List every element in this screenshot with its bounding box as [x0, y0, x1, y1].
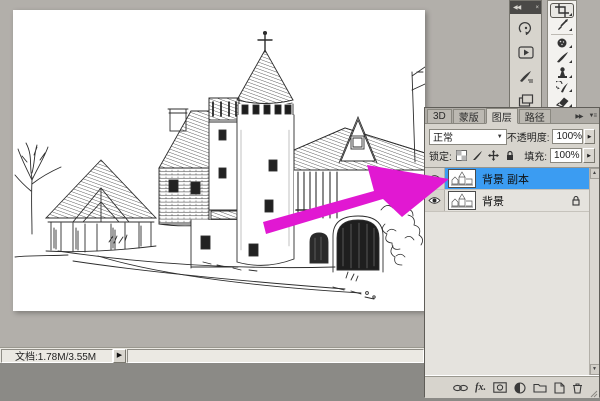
eye-icon — [428, 174, 441, 183]
opacity-slider-button[interactable]: ▶ — [584, 129, 595, 144]
tool-separator — [551, 34, 573, 35]
dock-close-button[interactable]: × — [535, 5, 538, 11]
eye-icon — [428, 196, 441, 205]
lock-position-icon[interactable] — [487, 149, 501, 163]
panel-options: 正常 ▼ 不透明度: 100% ▶ 锁定: — [425, 124, 599, 167]
castle-sketch-drawing — [13, 10, 425, 311]
lock-transparency-icon[interactable] — [455, 149, 469, 163]
clone-stamp-tool-button[interactable] — [550, 65, 574, 80]
layer-thumbnail[interactable] — [448, 191, 476, 210]
scroll-up-button[interactable]: ▲ — [590, 168, 600, 179]
tool-presets-panel-icon[interactable] — [515, 67, 537, 85]
panel-resize-grip[interactable] — [590, 389, 598, 397]
panel-collapse-button[interactable]: ▶▶ — [572, 109, 585, 123]
layer-style-icon[interactable]: fx. — [475, 382, 486, 393]
status-bar-expand-button[interactable]: ▶ — [113, 349, 126, 363]
blend-mode-value: 正常 — [433, 129, 453, 144]
lock-all-icon[interactable] — [503, 149, 517, 163]
fill-label: 填充: — [524, 148, 547, 163]
layer-name: 背景 副本 — [482, 171, 529, 187]
document-canvas[interactable] — [13, 10, 425, 311]
layer-row-body: 背景 — [445, 190, 589, 211]
layer-list-scrollbar[interactable]: ▲ ▼ — [589, 168, 599, 375]
dock-collapse-button[interactable]: ◀◀ — [513, 4, 520, 11]
panel-menu-button[interactable]: ▼≡ — [586, 109, 599, 123]
add-layer-mask-icon[interactable] — [493, 382, 507, 393]
thumbnail-sketch — [449, 170, 475, 187]
lock-image-icon[interactable] — [471, 149, 485, 163]
thumbnail-sketch — [449, 192, 475, 209]
scroll-down-button[interactable]: ▼ — [590, 364, 600, 375]
new-group-icon[interactable] — [533, 382, 547, 393]
layers-panel: 3D 蒙版 图层 路径 ▶▶ ▼≡ 正常 ▼ 不透明度: 100% ▶ 锁定: — [424, 107, 600, 397]
document-size-text: 文档:1.78M/3.55M — [15, 348, 96, 363]
blend-mode-select[interactable]: 正常 ▼ — [429, 129, 507, 145]
opacity-value-field[interactable]: 100% — [552, 129, 583, 144]
toolbox — [547, 0, 577, 110]
layer-name: 背景 — [482, 193, 504, 209]
history-brush-tool-button[interactable] — [550, 80, 574, 95]
collapsed-panel-dock: ◀◀ × — [509, 0, 542, 112]
adjustment-layer-icon[interactable] — [514, 382, 526, 394]
status-bar: 文档:1.78M/3.55M ▶ — [0, 347, 425, 363]
brush-tool-button[interactable] — [550, 50, 574, 65]
layer-row-background-copy[interactable]: 背景 副本 — [425, 168, 589, 190]
layer-lock-icon — [571, 195, 581, 206]
link-layers-icon[interactable] — [453, 384, 468, 392]
opacity-label: 不透明度: — [507, 129, 550, 144]
healing-brush-tool-button[interactable] — [550, 36, 574, 51]
layer-thumbnail[interactable] — [448, 169, 476, 188]
document-size-field: 文档:1.78M/3.55M — [1, 349, 113, 363]
dock-body — [510, 14, 541, 109]
tab-masks[interactable]: 蒙版 — [453, 109, 485, 123]
layer-visibility-toggle[interactable] — [425, 190, 445, 211]
dropdown-arrow-icon: ▼ — [497, 134, 503, 140]
layer-list: 背景 副本 背景 ▲ ▼ — [425, 167, 599, 376]
eyedropper-tool-button[interactable] — [550, 18, 574, 33]
tab-3d[interactable]: 3D — [427, 109, 452, 123]
delete-layer-icon[interactable] — [572, 382, 583, 394]
fill-slider-button[interactable]: ▶ — [583, 148, 595, 163]
panel-tab-bar: 3D 蒙版 图层 路径 ▶▶ ▼≡ — [425, 108, 599, 124]
screenshot-root: 文档:1.78M/3.55M ▶ ◀◀ × — [0, 0, 600, 401]
fill-value-field[interactable]: 100% — [550, 148, 582, 163]
layer-row-body: 背景 副本 — [445, 168, 589, 189]
actions-panel-icon[interactable] — [515, 43, 537, 61]
status-bar-extra-field — [127, 349, 424, 363]
new-layer-icon[interactable] — [554, 382, 565, 394]
history-panel-icon[interactable] — [515, 19, 537, 37]
layers-panel-footer: fx. — [425, 376, 599, 398]
tab-layers[interactable]: 图层 — [486, 108, 518, 124]
tab-paths[interactable]: 路径 — [519, 109, 551, 123]
dock-header: ◀◀ × — [510, 1, 541, 14]
crop-tool-button[interactable] — [550, 3, 574, 18]
lock-label: 锁定: — [429, 148, 452, 163]
layer-row-background[interactable]: 背景 — [425, 190, 589, 212]
layer-visibility-toggle[interactable] — [425, 168, 445, 189]
